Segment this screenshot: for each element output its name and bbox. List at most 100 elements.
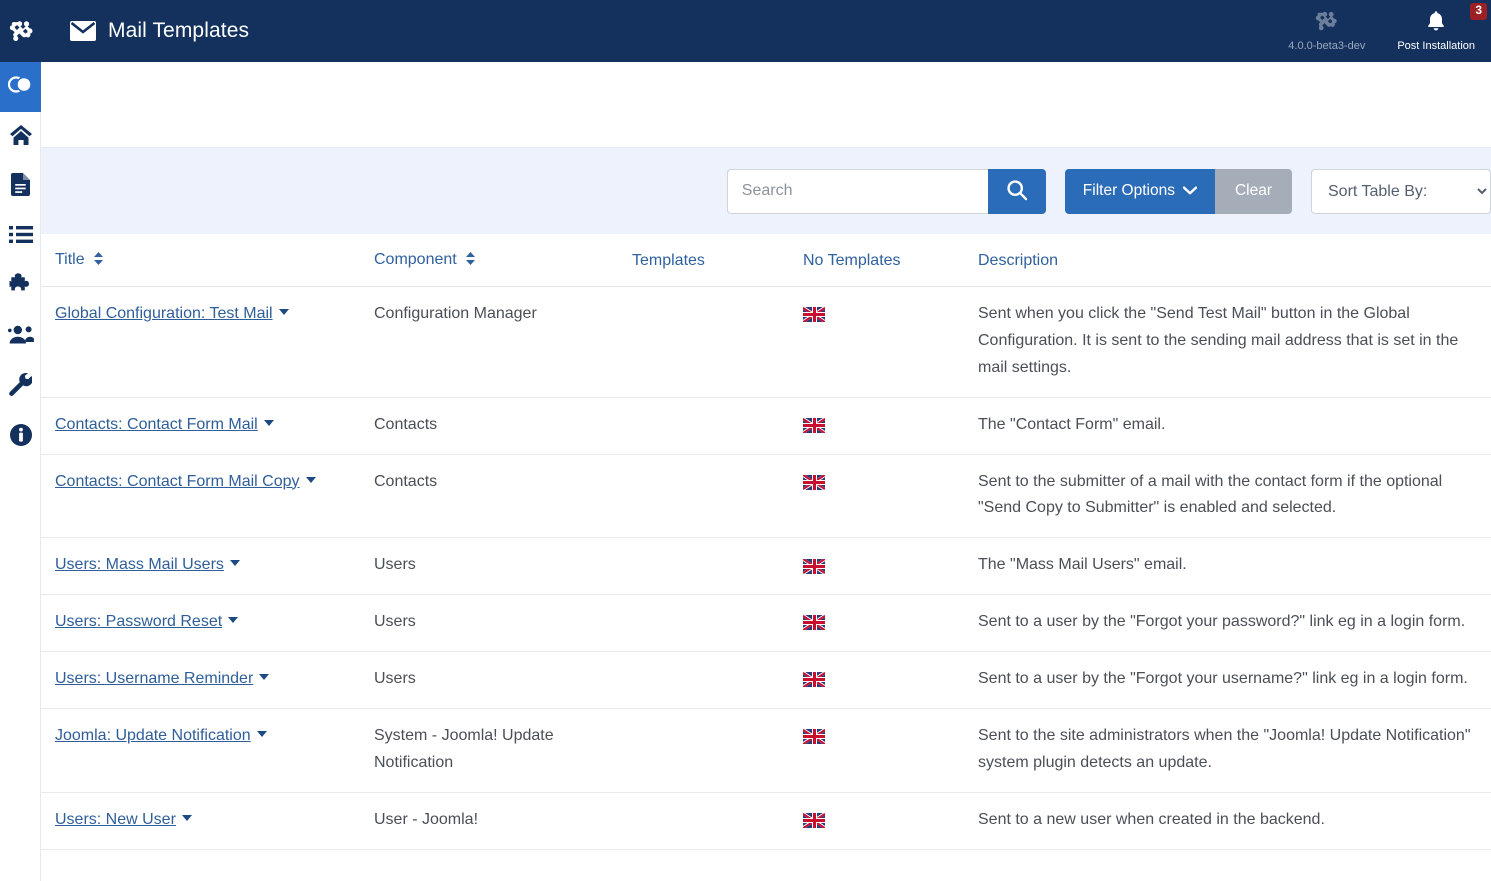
cell-component: User - Joomla! [374,792,632,849]
cell-component: Contacts [374,397,632,454]
cell-component: Configuration Manager [374,287,632,398]
table-row: Contacts: Contact Form Mail Contacts The "… [41,397,1491,454]
cell-no-templates [803,287,978,398]
search-group [727,169,1046,214]
clear-button[interactable]: Clear [1215,169,1292,214]
en-gb-flag-icon [803,307,825,322]
column-header-component[interactable]: Component [374,234,632,287]
cell-description: Sent to a user by the "Forgot your usern… [978,652,1491,709]
table-row: Users: Mass Mail Users Users The "Mass Mai… [41,538,1491,595]
top-header: Mail Templates 4.0.0-beta3-dev 3 Post In… [0,0,1491,62]
cell-description: The "Mass Mail Users" email. [978,538,1491,595]
mail-template-link[interactable]: Global Configuration: Test Mail [55,305,273,322]
post-installation-button[interactable]: 3 Post Installation [1381,6,1491,52]
sort-table-by-select[interactable]: Sort Table By: [1311,169,1491,214]
column-header-title[interactable]: Title [41,234,374,287]
mail-template-link[interactable]: Users: New User [55,811,176,828]
sidebar-item-toggle-menu[interactable] [0,62,41,112]
toolbar-area [41,62,1491,148]
mail-template-link[interactable]: Users: Username Reminder [55,670,253,687]
row-actions-caret-icon[interactable] [259,674,269,680]
cell-no-templates [803,792,978,849]
users-icon [8,325,34,349]
search-input[interactable] [727,169,988,214]
cell-title: Contacts: Contact Form Mail Copy [41,454,374,538]
cell-templates [632,397,803,454]
notification-badge: 3 [1470,3,1487,20]
cell-no-templates [803,652,978,709]
cell-component: System - Joomla! Update Notification [374,708,632,792]
cell-templates [632,792,803,849]
table-row: Joomla: Update Notification System - Joom… [41,708,1491,792]
sidebar-item-content[interactable] [0,162,41,212]
mail-templates-table: Title Component [41,234,1491,850]
main-content: Filter Options Clear Sort Table By: Titl… [41,62,1491,881]
sidebar-item-system[interactable] [0,362,41,412]
cell-component: Users [374,652,632,709]
cell-templates [632,287,803,398]
cell-no-templates [803,708,978,792]
mail-template-link[interactable]: Joomla: Update Notification [55,727,251,744]
row-actions-caret-icon[interactable] [230,560,240,566]
sidebar-item-home[interactable] [0,112,41,162]
sidebar-item-help[interactable] [0,412,41,462]
mail-template-link[interactable]: Users: Mass Mail Users [55,556,224,573]
cell-title: Users: Username Reminder [41,652,374,709]
cell-description: Sent to a new user when created in the b… [978,792,1491,849]
en-gb-flag-icon [803,418,825,433]
cell-component: Users [374,538,632,595]
cell-description: The "Contact Form" email. [978,397,1491,454]
en-gb-flag-icon [803,559,825,574]
column-header-title-label: Title [55,251,85,268]
page-title: Mail Templates [108,19,249,43]
cell-no-templates [803,538,978,595]
wrench-icon [9,373,32,401]
sidebar-item-users[interactable] [0,312,41,362]
cell-description: Sent to a user by the "Forgot your passw… [978,595,1491,652]
cell-description: Sent to the submitter of a mail with the… [978,454,1491,538]
joomla-mark-icon [1314,6,1340,36]
table-body: Global Configuration: Test Mail Configura… [41,287,1491,850]
cell-no-templates [803,397,978,454]
table-header-row: Title Component [41,234,1491,287]
row-actions-caret-icon[interactable] [306,477,316,483]
cell-no-templates [803,454,978,538]
toggle-icon [8,76,33,98]
sort-icon [466,252,475,270]
table-row: Contacts: Contact Form Mail CopyContacts… [41,454,1491,538]
row-actions-caret-icon[interactable] [279,309,289,315]
row-actions-caret-icon[interactable] [264,420,274,426]
table-row: Users: New User User - Joomla! Sent to a n… [41,792,1491,849]
row-actions-caret-icon[interactable] [182,815,192,821]
table-head: Title Component [41,234,1491,287]
sidebar-item-components[interactable] [0,262,41,312]
row-actions-caret-icon[interactable] [257,731,267,737]
cell-title: Contacts: Contact Form Mail [41,397,374,454]
en-gb-flag-icon [803,813,825,828]
search-icon [1006,179,1028,204]
row-actions-caret-icon[interactable] [228,617,238,623]
mail-template-link[interactable]: Users: Password Reset [55,613,222,630]
cell-title: Joomla: Update Notification [41,708,374,792]
version-label: 4.0.0-beta3-dev [1288,40,1365,52]
joomla-logo-icon[interactable] [0,17,44,45]
sort-icon [94,252,103,270]
post-installation-label: Post Installation [1397,40,1475,52]
mail-templates-table-wrapper: Title Component [41,234,1491,850]
bell-icon [1425,6,1447,36]
cell-title: Global Configuration: Test Mail [41,287,374,398]
version-indicator[interactable]: 4.0.0-beta3-dev [1272,6,1381,52]
filter-bar: Filter Options Clear Sort Table By: [41,148,1491,234]
cell-title: Users: Password Reset [41,595,374,652]
mail-template-link[interactable]: Contacts: Contact Form Mail [55,416,258,433]
mail-template-link[interactable]: Contacts: Contact Form Mail Copy [55,473,300,490]
table-row: Users: Username Reminder Users Sent to a u… [41,652,1491,709]
envelope-icon [70,21,96,41]
search-button[interactable] [988,169,1046,214]
sidebar-item-menus[interactable] [0,212,41,262]
home-icon [9,124,33,151]
column-header-description: Description [978,234,1491,287]
cell-description: Sent when you click the "Send Test Mail"… [978,287,1491,398]
list-icon [9,225,33,249]
filter-options-button[interactable]: Filter Options [1065,169,1215,214]
